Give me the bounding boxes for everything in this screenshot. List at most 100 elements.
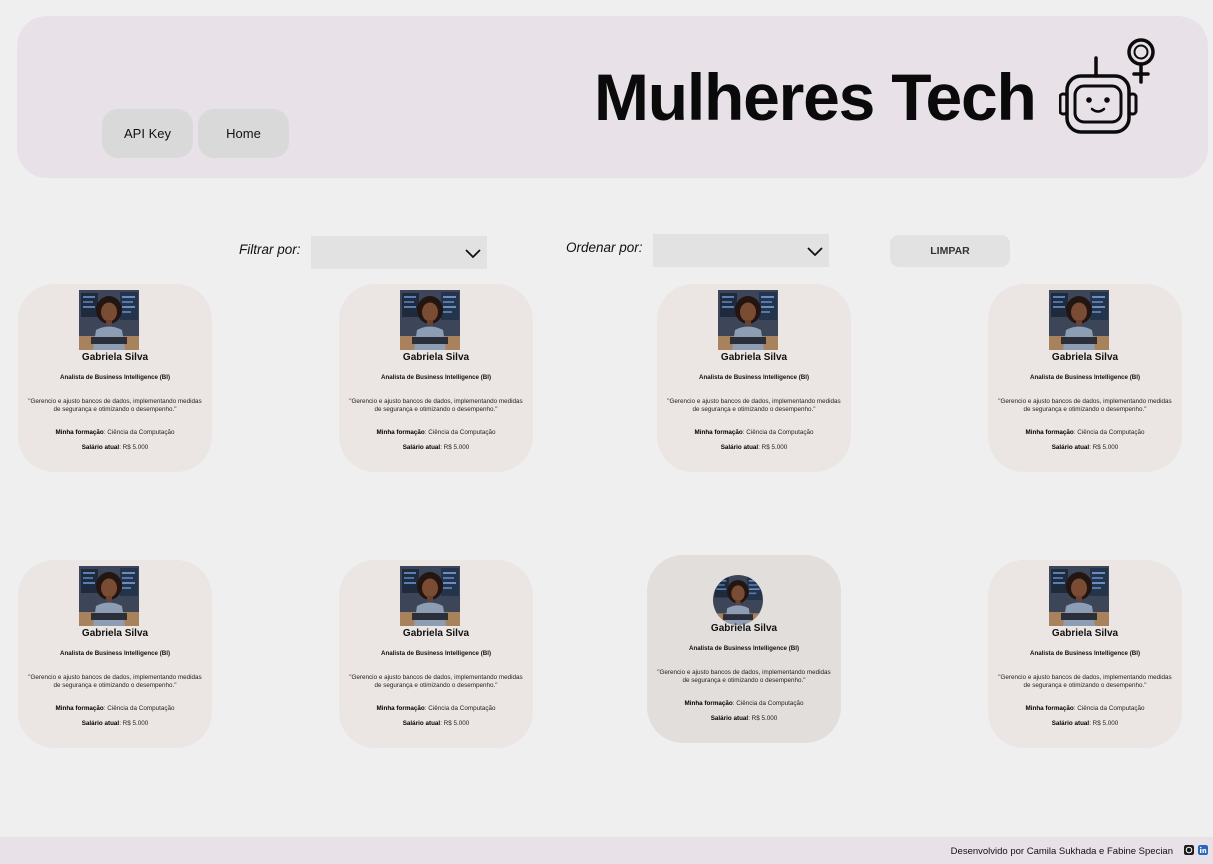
profile-photo [1049,290,1109,350]
site-title: Mulheres Tech [594,60,1037,134]
salary-value: : R$ 5.000 [440,720,470,727]
salary-value: : R$ 5.000 [440,444,470,451]
education-value: : Ciência da Computação [742,429,814,436]
card-salary: Salário atual: R$ 5.000 [647,715,841,722]
card-name: Gabriela Silva [81,628,149,639]
profile-photo [79,566,139,626]
card-salary: Salário atual: R$ 5.000 [988,720,1182,727]
card-education: Minha formação: Ciência da Computação [988,429,1182,436]
salary-value: : R$ 5.000 [1089,720,1119,727]
salary-value: : R$ 5.000 [1089,444,1119,451]
salary-label: Salário atual [1051,444,1090,451]
filter-select[interactable] [311,236,487,269]
education-label: Minha formação [694,429,743,436]
profile-card[interactable]: Gabriela Silva Analista de Business Intel… [18,284,212,472]
profile-card[interactable]: Gabriela Silva Analista de Business Intel… [657,284,851,472]
education-value: : Ciência da Computação [103,705,175,712]
clear-button[interactable]: LIMPAR [890,235,1010,267]
footer: Desenvolvido por Camila Sukhada e Fabine… [0,837,1213,864]
education-label: Minha formação [376,429,425,436]
order-label: Ordenar por: [566,240,643,255]
card-education: Minha formação: Ciência da Computação [647,700,841,707]
card-role: Analista de Business Intelligence (BI) [380,650,492,657]
card-education: Minha formação: Ciência da Computação [18,705,212,712]
robot-female-symbol-icon [1059,38,1155,134]
salary-label: Salário atual [402,444,441,451]
card-education: Minha formação: Ciência da Computação [657,429,851,436]
card-quote: "Gerencio e ajusto bancos de dados, impl… [667,398,841,414]
linkedin-icon[interactable] [1198,845,1208,855]
card-role: Analista de Business Intelligence (BI) [59,650,171,657]
salary-label: Salário atual [402,720,441,727]
profile-card[interactable]: Gabriela Silva Analista de Business Intel… [339,284,533,472]
profile-photo [718,290,778,350]
salary-value: : R$ 5.000 [119,720,149,727]
card-role: Analista de Business Intelligence (BI) [59,374,171,381]
education-value: : Ciência da Computação [424,429,496,436]
order-select[interactable] [653,234,829,267]
chevron-down-icon [465,248,481,258]
profile-photo [400,290,460,350]
card-role: Analista de Business Intelligence (BI) [1029,374,1141,381]
home-button[interactable]: Home [198,109,289,158]
card-quote: "Gerencio e ajusto bancos de dados, impl… [28,674,202,690]
api-key-button[interactable]: API Key [102,109,193,158]
chevron-down-icon [807,246,823,256]
profile-photo [1049,566,1109,626]
card-quote: "Gerencio e ajusto bancos de dados, impl… [349,674,523,690]
education-label: Minha formação [684,700,733,707]
card-education: Minha formação: Ciência da Computação [339,429,533,436]
salary-label: Salário atual [81,444,120,451]
card-salary: Salário atual: R$ 5.000 [18,720,212,727]
card-name: Gabriela Silva [710,623,778,634]
card-quote: "Gerencio e ajusto bancos de dados, impl… [657,669,831,685]
card-salary: Salário atual: R$ 5.000 [988,444,1182,451]
education-label: Minha formação [376,705,425,712]
profile-card[interactable]: Gabriela Silva Analista de Business Intel… [647,555,841,743]
card-name: Gabriela Silva [402,628,470,639]
card-salary: Salário atual: R$ 5.000 [18,444,212,451]
card-name: Gabriela Silva [1051,352,1119,363]
github-icon[interactable] [1184,845,1194,855]
education-value: : Ciência da Computação [732,700,804,707]
education-value: : Ciência da Computação [103,429,175,436]
header: API Key Home Mulheres Tech [17,16,1208,178]
education-value: : Ciência da Computação [1073,705,1145,712]
card-quote: "Gerencio e ajusto bancos de dados, impl… [28,398,202,414]
education-label: Minha formação [1025,705,1074,712]
card-education: Minha formação: Ciência da Computação [18,429,212,436]
card-name: Gabriela Silva [1051,628,1119,639]
salary-value: : R$ 5.000 [748,715,778,722]
education-label: Minha formação [55,705,104,712]
card-quote: "Gerencio e ajusto bancos de dados, impl… [349,398,523,414]
education-label: Minha formação [55,429,104,436]
card-role: Analista de Business Intelligence (BI) [688,645,800,652]
card-education: Minha formação: Ciência da Computação [988,705,1182,712]
card-salary: Salário atual: R$ 5.000 [339,444,533,451]
card-role: Analista de Business Intelligence (BI) [698,374,810,381]
card-name: Gabriela Silva [402,352,470,363]
card-quote: "Gerencio e ajusto bancos de dados, impl… [998,398,1172,414]
card-quote: "Gerencio e ajusto bancos de dados, impl… [998,674,1172,690]
education-value: : Ciência da Computação [424,705,496,712]
salary-label: Salário atual [1051,720,1090,727]
profile-card[interactable]: Gabriela Silva Analista de Business Intel… [988,560,1182,748]
profile-photo [79,290,139,350]
profile-photo [713,575,763,625]
card-role: Analista de Business Intelligence (BI) [1029,650,1141,657]
education-label: Minha formação [1025,429,1074,436]
card-salary: Salário atual: R$ 5.000 [339,720,533,727]
card-role: Analista de Business Intelligence (BI) [380,374,492,381]
filter-label: Filtrar por: [239,242,301,257]
education-value: : Ciência da Computação [1073,429,1145,436]
profile-card[interactable]: Gabriela Silva Analista de Business Intel… [339,560,533,748]
profile-card[interactable]: Gabriela Silva Analista de Business Intel… [18,560,212,748]
salary-label: Salário atual [710,715,749,722]
card-salary: Salário atual: R$ 5.000 [657,444,851,451]
card-education: Minha formação: Ciência da Computação [339,705,533,712]
salary-label: Salário atual [720,444,759,451]
card-name: Gabriela Silva [720,352,788,363]
salary-label: Salário atual [81,720,120,727]
footer-credit: Desenvolvido por Camila Sukhada e Fabine… [950,846,1173,857]
profile-card[interactable]: Gabriela Silva Analista de Business Intel… [988,284,1182,472]
